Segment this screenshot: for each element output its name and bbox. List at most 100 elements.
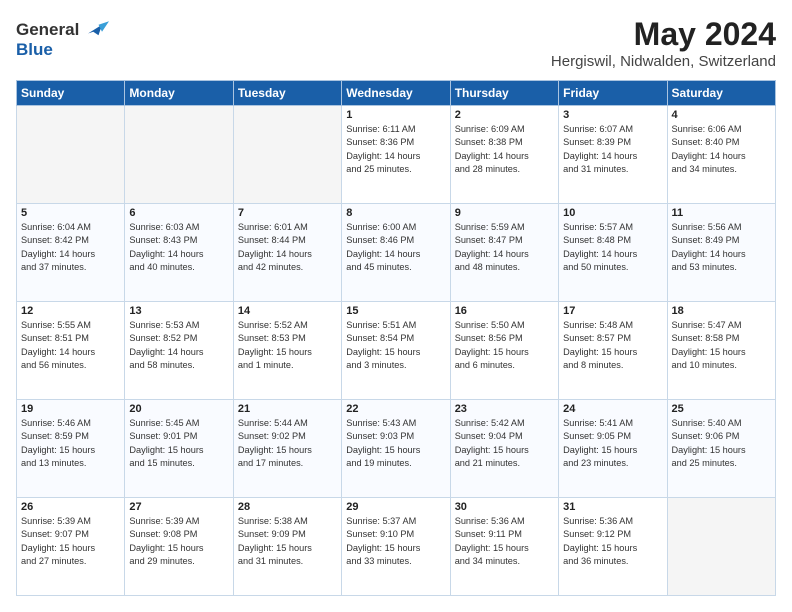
calendar-cell: 29 Sunrise: 5:37 AMSunset: 9:10 PMDayligh… [342, 498, 450, 596]
cell-content: Sunrise: 5:42 AMSunset: 9:04 PMDaylight:… [455, 417, 554, 470]
calendar-cell: 26 Sunrise: 5:39 AMSunset: 9:07 PMDayligh… [17, 498, 125, 596]
cell-content: Sunrise: 6:01 AMSunset: 8:44 PMDaylight:… [238, 221, 337, 274]
cell-content: Sunrise: 5:36 AMSunset: 9:12 PMDaylight:… [563, 515, 662, 568]
calendar-cell: 30Sunrise: 5:36 AMSunset: 9:11 PMDayligh… [450, 498, 558, 596]
cell-content: Sunrise: 5:53 AMSunset: 8:52 PMDaylight:… [129, 319, 228, 372]
cell-content: Sunrise: 6:07 AMSunset: 8:39 PMDaylight:… [563, 123, 662, 176]
col-header-monday: Monday [125, 81, 233, 106]
cell-content: Sunrise: 6:03 AMSunset: 8:43 PMDaylight:… [129, 221, 228, 274]
cell-content: Sunrise: 5:39 AMSunset: 9:08 PMDaylight:… [129, 515, 228, 568]
calendar-cell: 9 Sunrise: 5:59 AMSunset: 8:47 PMDaylight… [450, 204, 558, 302]
calendar-cell: 20Sunrise: 5:45 AMSunset: 9:01 PMDayligh… [125, 400, 233, 498]
calendar-cell: 8 Sunrise: 6:00 AMSunset: 8:46 PMDaylight… [342, 204, 450, 302]
cell-content: Sunrise: 5:41 AMSunset: 9:05 PMDaylight:… [563, 417, 662, 470]
calendar-cell: 15 Sunrise: 5:51 AMSunset: 8:54 PMDayligh… [342, 302, 450, 400]
col-header-saturday: Saturday [667, 81, 775, 106]
calendar-cell: 17Sunrise: 5:48 AMSunset: 8:57 PMDayligh… [559, 302, 667, 400]
cell-content: Sunrise: 5:46 AMSunset: 8:59 PMDaylight:… [21, 417, 120, 470]
day-number: 5 [21, 207, 120, 219]
cell-content: Sunrise: 5:59 AMSunset: 8:47 PMDaylight:… [455, 221, 554, 274]
cell-content: Sunrise: 5:57 AMSunset: 8:48 PMDaylight:… [563, 221, 662, 274]
day-number: 28 [238, 501, 337, 513]
day-number: 25 [672, 403, 771, 415]
calendar-cell: 2 Sunrise: 6:09 AMSunset: 8:38 PMDaylight… [450, 106, 558, 204]
cell-content: Sunrise: 6:11 AMSunset: 8:36 PMDaylight:… [346, 123, 445, 176]
day-number: 14 [238, 305, 337, 317]
cell-content: Sunrise: 5:51 AMSunset: 8:54 PMDaylight:… [346, 319, 445, 372]
cell-content: Sunrise: 5:43 AMSunset: 9:03 PMDaylight:… [346, 417, 445, 470]
col-header-wednesday: Wednesday [342, 81, 450, 106]
cell-content: Sunrise: 5:56 AMSunset: 8:49 PMDaylight:… [672, 221, 771, 274]
day-number: 8 [346, 207, 445, 219]
cell-content: Sunrise: 6:04 AMSunset: 8:42 PMDaylight:… [21, 221, 120, 274]
title-block: May 2024 Hergiswil, Nidwalden, Switzerla… [551, 16, 776, 70]
col-header-sunday: Sunday [17, 81, 125, 106]
calendar-cell: 22 Sunrise: 5:43 AMSunset: 9:03 PMDayligh… [342, 400, 450, 498]
day-number: 23 [455, 403, 554, 415]
header: General Blue May 2024 Hergiswil, Nidwald… [16, 16, 776, 70]
cell-content: Sunrise: 5:48 AMSunset: 8:57 PMDaylight:… [563, 319, 662, 372]
col-header-tuesday: Tuesday [233, 81, 341, 106]
cell-content: Sunrise: 5:52 AMSunset: 8:53 PMDaylight:… [238, 319, 337, 372]
cell-content: Sunrise: 5:38 AMSunset: 9:09 PMDaylight:… [238, 515, 337, 568]
day-number: 19 [21, 403, 120, 415]
calendar-cell: 13Sunrise: 5:53 AMSunset: 8:52 PMDayligh… [125, 302, 233, 400]
calendar-cell: 14 Sunrise: 5:52 AMSunset: 8:53 PMDayligh… [233, 302, 341, 400]
calendar-cell [125, 106, 233, 204]
calendar-cell: 3 Sunrise: 6:07 AMSunset: 8:39 PMDaylight… [559, 106, 667, 204]
day-number: 30 [455, 501, 554, 513]
cell-content: Sunrise: 5:37 AMSunset: 9:10 PMDaylight:… [346, 515, 445, 568]
calendar-cell: 5 Sunrise: 6:04 AMSunset: 8:42 PMDaylight… [17, 204, 125, 302]
day-number: 27 [129, 501, 228, 513]
day-number: 9 [455, 207, 554, 219]
col-header-friday: Friday [559, 81, 667, 106]
logo-general: General [16, 20, 79, 40]
day-number: 15 [346, 305, 445, 317]
day-number: 7 [238, 207, 337, 219]
cell-content: Sunrise: 5:45 AMSunset: 9:01 PMDaylight:… [129, 417, 228, 470]
day-number: 29 [346, 501, 445, 513]
day-number: 22 [346, 403, 445, 415]
logo-text: General Blue [16, 16, 109, 60]
cell-content: Sunrise: 6:00 AMSunset: 8:46 PMDaylight:… [346, 221, 445, 274]
calendar-cell [233, 106, 341, 204]
cell-content: Sunrise: 5:39 AMSunset: 9:07 PMDaylight:… [21, 515, 120, 568]
day-number: 4 [672, 109, 771, 121]
calendar-cell [667, 498, 775, 596]
month-year: May 2024 [551, 16, 776, 53]
calendar-cell: 23 Sunrise: 5:42 AMSunset: 9:04 PMDayligh… [450, 400, 558, 498]
day-number: 6 [129, 207, 228, 219]
calendar-cell: 10Sunrise: 5:57 AMSunset: 8:48 PMDayligh… [559, 204, 667, 302]
calendar: SundayMondayTuesdayWednesdayThursdayFrid… [16, 80, 776, 596]
page: General Blue May 2024 Hergiswil, Nidwald… [0, 0, 792, 612]
cell-content: Sunrise: 6:09 AMSunset: 8:38 PMDaylight:… [455, 123, 554, 176]
logo: General Blue [16, 16, 109, 60]
calendar-cell: 25 Sunrise: 5:40 AMSunset: 9:06 PMDayligh… [667, 400, 775, 498]
calendar-cell: 12Sunrise: 5:55 AMSunset: 8:51 PMDayligh… [17, 302, 125, 400]
day-number: 3 [563, 109, 662, 121]
cell-content: Sunrise: 5:50 AMSunset: 8:56 PMDaylight:… [455, 319, 554, 372]
calendar-cell: 1 Sunrise: 6:11 AMSunset: 8:36 PMDaylight… [342, 106, 450, 204]
calendar-cell: 16 Sunrise: 5:50 AMSunset: 8:56 PMDayligh… [450, 302, 558, 400]
calendar-cell: 21Sunrise: 5:44 AMSunset: 9:02 PMDayligh… [233, 400, 341, 498]
cell-content: Sunrise: 5:40 AMSunset: 9:06 PMDaylight:… [672, 417, 771, 470]
day-number: 2 [455, 109, 554, 121]
day-number: 26 [21, 501, 120, 513]
calendar-cell: 18Sunrise: 5:47 AMSunset: 8:58 PMDayligh… [667, 302, 775, 400]
cell-content: Sunrise: 6:06 AMSunset: 8:40 PMDaylight:… [672, 123, 771, 176]
cell-content: Sunrise: 5:47 AMSunset: 8:58 PMDaylight:… [672, 319, 771, 372]
logo-bird-icon [81, 16, 109, 44]
calendar-cell: 7 Sunrise: 6:01 AMSunset: 8:44 PMDaylight… [233, 204, 341, 302]
calendar-cell: 27 Sunrise: 5:39 AMSunset: 9:08 PMDayligh… [125, 498, 233, 596]
day-number: 1 [346, 109, 445, 121]
day-number: 31 [563, 501, 662, 513]
day-number: 24 [563, 403, 662, 415]
calendar-cell: 4 Sunrise: 6:06 AMSunset: 8:40 PMDaylight… [667, 106, 775, 204]
cell-content: Sunrise: 5:44 AMSunset: 9:02 PMDaylight:… [238, 417, 337, 470]
day-number: 16 [455, 305, 554, 317]
calendar-cell: 31 Sunrise: 5:36 AMSunset: 9:12 PMDayligh… [559, 498, 667, 596]
calendar-cell: 11 Sunrise: 5:56 AMSunset: 8:49 PMDayligh… [667, 204, 775, 302]
calendar-cell: 19 Sunrise: 5:46 AMSunset: 8:59 PMDayligh… [17, 400, 125, 498]
day-number: 12 [21, 305, 120, 317]
day-number: 11 [672, 207, 771, 219]
